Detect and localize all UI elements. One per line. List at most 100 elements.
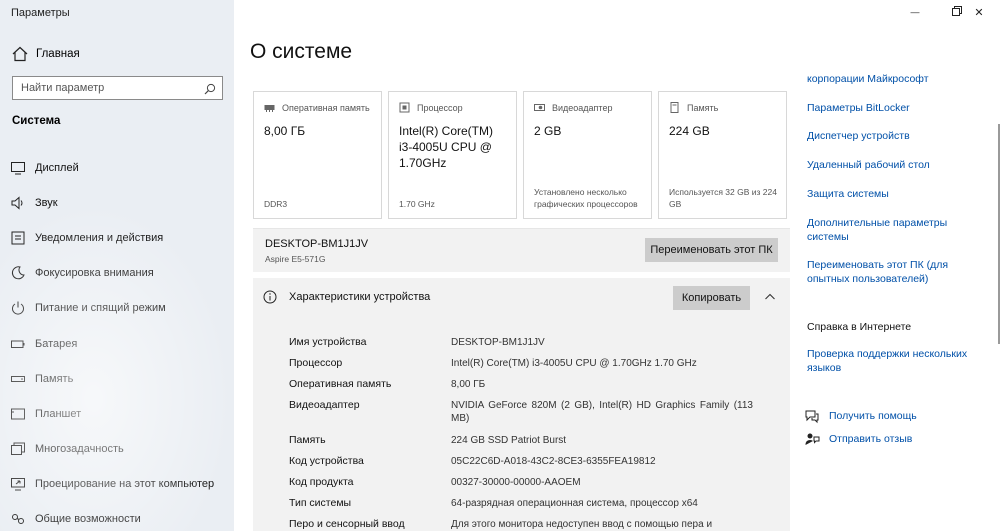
- shared-experiences-icon: [10, 511, 26, 527]
- spec-key: Код продукта: [289, 476, 354, 488]
- rename-pc-button[interactable]: Переименовать этот ПК: [645, 238, 778, 262]
- multitasking-icon: [10, 441, 26, 457]
- projecting-icon: [10, 476, 26, 492]
- card-footer: Установлено несколько графических процес…: [534, 187, 638, 209]
- get-help-label: Получить помощь: [829, 410, 917, 422]
- app-title: Параметры: [11, 7, 70, 19]
- copy-button[interactable]: Копировать: [673, 286, 750, 310]
- specs-header[interactable]: Характеристики устройства Копировать: [253, 278, 790, 320]
- pc-name: DESKTOP-BM1J1JV: [265, 238, 369, 250]
- sidebar-item-projecting[interactable]: Проецирование на этот компьютер: [0, 467, 234, 502]
- sidebar-item-tablet[interactable]: Планшет: [0, 396, 234, 431]
- link-system-protection[interactable]: Защита системы: [807, 187, 987, 201]
- link-advanced-system-settings[interactable]: Дополнительные параметры системы: [807, 216, 987, 244]
- pc-model: Aspire E5-571G: [265, 254, 326, 264]
- sidebar-item-notifications[interactable]: Уведомления и действия: [0, 220, 234, 255]
- spec-key: Процессор: [289, 357, 343, 369]
- sidebar-item-label: Память: [35, 372, 74, 385]
- info-icon: [263, 290, 277, 304]
- link-bitlocker[interactable]: Параметры BitLocker: [807, 101, 987, 115]
- notifications-icon: [10, 230, 26, 246]
- sidebar: Параметры Главная Система Дисплей Звук У…: [0, 0, 234, 531]
- spec-value: Для этого монитора недоступен ввод с пом…: [451, 519, 713, 530]
- display-icon: [10, 160, 26, 176]
- sidebar-item-label: Планшет: [35, 407, 82, 420]
- link-remote-desktop[interactable]: Удаленный рабочий стол: [807, 158, 987, 172]
- sidebar-item-multitasking[interactable]: Многозадачность: [0, 432, 234, 467]
- sidebar-item-shared-experiences[interactable]: Общие возможности: [0, 502, 234, 531]
- spec-key: Оперативная память: [289, 378, 392, 390]
- sidebar-item-battery[interactable]: Батарея: [0, 326, 234, 361]
- link-rename-pc-advanced[interactable]: Переименовать этот ПК (для опытных польз…: [807, 258, 987, 286]
- processor-icon: [399, 102, 410, 113]
- spec-value: 64-разрядная операционная система, проце…: [451, 498, 698, 509]
- home-icon: [11, 45, 29, 63]
- link-microsoft[interactable]: корпорации Майкрософт: [807, 72, 987, 86]
- card-value: 2 GB: [534, 124, 562, 138]
- card-label: Процессор: [417, 102, 463, 113]
- sidebar-item-sound[interactable]: Звук: [0, 185, 234, 220]
- sidebar-item-focus-assist[interactable]: Фокусировка внимания: [0, 256, 234, 291]
- page-title: О системе: [250, 40, 353, 63]
- spec-key: Имя устройства: [289, 336, 367, 348]
- focus-assist-icon: [10, 265, 26, 281]
- card-footer: DDR3: [264, 199, 288, 209]
- chevron-up-icon[interactable]: [763, 290, 777, 304]
- spec-key: Код устройства: [289, 455, 364, 467]
- minimize-icon: —: [910, 7, 920, 17]
- get-help-link[interactable]: Получить помощь: [804, 408, 917, 424]
- sidebar-item-label: Питание и спящий режим: [35, 302, 166, 315]
- section-label: Система: [12, 115, 61, 127]
- power-icon: [10, 300, 26, 316]
- feedback-icon: [804, 431, 820, 447]
- search-icon[interactable]: [204, 82, 216, 95]
- sidebar-nav: Дисплей Звук Уведомления и действия Фоку…: [0, 150, 234, 531]
- spec-value: 05C22C6D-A018-43C2-8CE3-6355FEA19812: [451, 456, 656, 467]
- related-settings-panel: — ✕ корпорации Майкрософт Параметры BitL…: [790, 0, 1000, 531]
- card-label: Видеоадаптер: [552, 102, 613, 113]
- card-value: 8,00 ГБ: [264, 124, 306, 138]
- spec-value: 224 GB SSD Patriot Burst: [451, 435, 567, 446]
- sidebar-item-label: Дисплей: [35, 161, 79, 174]
- sidebar-item-label: Многозадачность: [35, 443, 124, 456]
- home-label: Главная: [36, 48, 80, 60]
- card-processor: Процессор Intel(R) Core(TM) i3-4005U CPU…: [388, 91, 517, 219]
- close-button[interactable]: ✕: [958, 0, 1000, 24]
- graphics-icon: [534, 102, 545, 113]
- main-content: О системе Оперативная память 8,00 ГБ DDR…: [234, 0, 790, 531]
- storage-card-icon: [669, 102, 680, 113]
- card-footer: 1.70 GHz: [399, 199, 435, 209]
- search-input[interactable]: [13, 82, 193, 94]
- spec-key: Тип системы: [289, 497, 352, 509]
- card-storage: Память 224 GB Используется 32 GB из 224 …: [658, 91, 787, 219]
- web-help-heading: Справка в Интернете: [807, 321, 912, 333]
- sidebar-item-label: Батарея: [35, 337, 78, 350]
- home-nav-item[interactable]: Главная: [0, 40, 234, 68]
- spec-value: Intel(R) Core(TM) i3-4005U CPU @ 1.70GHz…: [451, 358, 697, 369]
- minimize-button[interactable]: —: [894, 0, 936, 24]
- link-language-support[interactable]: Проверка поддержки нескольких языков: [807, 347, 987, 375]
- card-label: Оперативная память: [282, 102, 370, 113]
- sidebar-item-power[interactable]: Питание и спящий режим: [0, 291, 234, 326]
- specs-title: Характеристики устройства: [289, 291, 431, 303]
- pc-name-section: DESKTOP-BM1J1JV Aspire E5-571G Переимено…: [253, 228, 790, 272]
- spec-value: 00327-30000-00000-AAOEM: [451, 477, 581, 488]
- card-graphics: Видеоадаптер 2 GB Установлено несколько …: [523, 91, 652, 219]
- link-device-manager[interactable]: Диспетчер устройств: [807, 129, 987, 143]
- give-feedback-link[interactable]: Отправить отзыв: [804, 431, 912, 447]
- storage-icon: [10, 371, 26, 387]
- spec-value: NVIDIA GeForce 820M (2 GB), Intel(R) HD …: [451, 400, 753, 424]
- card-label: Память: [687, 102, 719, 113]
- give-feedback-label: Отправить отзыв: [829, 433, 913, 445]
- ram-icon: [264, 102, 275, 113]
- sound-icon: [10, 195, 26, 211]
- search-box[interactable]: [12, 76, 223, 100]
- help-chat-icon: [804, 408, 820, 424]
- sidebar-item-label: Проецирование на этот компьютер: [35, 478, 215, 491]
- sidebar-item-display[interactable]: Дисплей: [0, 150, 234, 185]
- card-footer: Используется 32 GB из 224 GB: [669, 187, 777, 209]
- summary-cards: Оперативная память 8,00 ГБ DDR3 Процессо…: [253, 91, 787, 219]
- card-ram: Оперативная память 8,00 ГБ DDR3: [253, 91, 382, 219]
- sidebar-item-label: Общие возможности: [35, 513, 141, 526]
- sidebar-item-storage[interactable]: Память: [0, 361, 234, 396]
